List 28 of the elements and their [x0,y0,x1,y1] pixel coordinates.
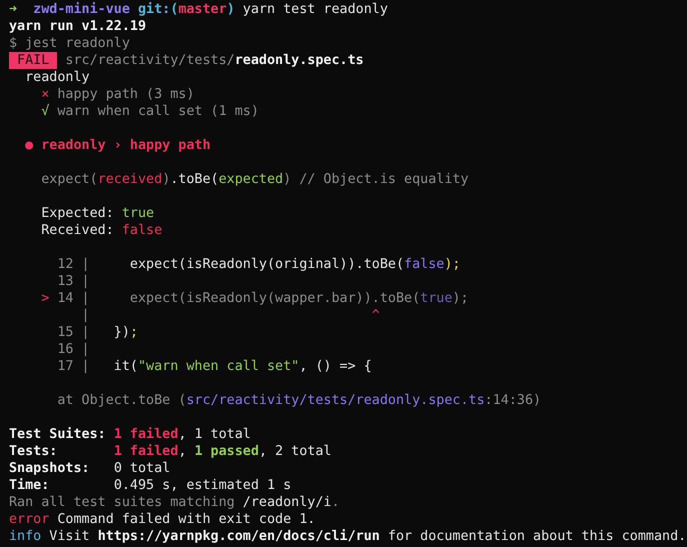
terminal-line: 17 | it("warn when call set", () => { [56,358,372,375]
terminal-line: readonly [24,69,90,86]
terminal-line: 16 | [56,341,90,358]
terminal-line: 15 | }); [56,324,138,341]
terminal-line: info Visit https://yarnpkg.com/en/docs/cli/run for documentation about this command. [9,528,686,545]
terminal-line: ● readonly › happy path [24,137,211,154]
terminal-line: 13 | [56,273,90,290]
terminal-line: > 14 | expect(isReadonly(wapper.bar)).toBe(true); [40,290,469,307]
file-path: readonly.spec.ts [234,52,364,69]
terminal-line: yarn run v1.22.19 [9,18,146,35]
terminal-line: × happy path (3 ms) [40,86,194,103]
terminal-line: Received: false [40,222,162,239]
terminal-line: Expected: true [40,205,154,222]
terminal-line: Tests: 1 failed, 1 passed, 2 total [9,443,332,460]
terminal-line: error Command failed with exit code 1. [9,511,316,528]
terminal-line: Test Suites: 1 failed, 1 total [9,426,251,443]
terminal-line: 12 | expect(isReadonly(original)).toBe(false); [56,256,460,273]
terminal-line: Ran all test suites matching /readonly/i. [9,494,340,511]
terminal-line: | ^ [80,307,380,324]
terminal-line: $ jest readonly [9,35,130,52]
terminal-line: ➜ zwd-mini-vue git:(master) yarn test readonly [9,1,388,18]
terminal-line: √ warn when call set (1 ms) [40,103,259,120]
terminal-line: expect(received).toBe(expected) // Object.is equality [40,171,469,188]
file-path: src/reactivity/tests/ [64,52,235,69]
terminal-line: at Object.toBe (src/reactivity/tests/readonly.spec.ts:14:36) [56,392,542,409]
terminal-line: Snapshots: 0 total [9,460,170,477]
terminal-line: Time: 0.495 s, estimated 1 s [9,477,292,494]
fail-badge: FAIL [9,52,58,69]
